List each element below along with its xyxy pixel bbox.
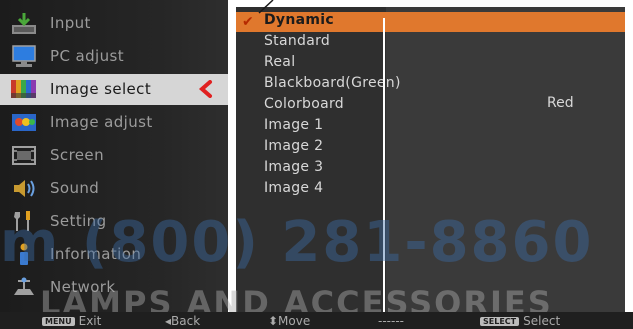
exit-label: Exit xyxy=(78,314,102,328)
menu-item-sound[interactable]: Sound xyxy=(0,173,228,204)
menu-item-label: Screen xyxy=(50,146,104,164)
exit-hint: MENU Exit xyxy=(42,314,101,328)
speaker-icon xyxy=(14,180,35,197)
chevron-left-icon xyxy=(198,80,212,98)
submenu-option-standard[interactable]: Standard xyxy=(264,33,330,49)
check-icon: ✔ xyxy=(242,14,254,30)
select-label: Select xyxy=(523,314,561,328)
menu-item-pc-adjust[interactable]: PC adjust xyxy=(0,41,228,72)
select-hint: SELECT Select xyxy=(480,314,560,328)
menu-item-label: Image select xyxy=(50,80,152,98)
menu-item-label: PC adjust xyxy=(50,47,124,65)
menu-key-badge: MENU xyxy=(42,317,75,326)
menu-item-screen[interactable]: Screen xyxy=(0,140,228,171)
submenu-option-image-2[interactable]: Image 2 xyxy=(264,138,323,154)
input-icon xyxy=(12,13,36,34)
submenu-option-real[interactable]: Real xyxy=(264,54,295,70)
image-adjust-icon xyxy=(12,114,36,131)
callout-pointer xyxy=(258,0,274,14)
screen-icon xyxy=(12,146,36,165)
menu-item-label: Sound xyxy=(50,179,100,197)
menu-item-image-select[interactable]: Image select xyxy=(0,74,228,105)
submenu-option-image-4[interactable]: Image 4 xyxy=(264,180,323,196)
submenu-option-label: Dynamic xyxy=(264,12,334,28)
submenu-option-dynamic-selected[interactable]: ✔ Dynamic xyxy=(236,12,625,32)
menu-item-image-adjust[interactable]: Image adjust xyxy=(0,107,228,138)
image-select-icon xyxy=(11,80,36,98)
watermark-phone: m (800) 281-8860 xyxy=(0,210,594,275)
network-icon xyxy=(14,277,34,295)
move-hint: ⬍Move xyxy=(268,314,311,328)
projector-osd-screen: Input PC adjust Image select Image adjus… xyxy=(0,0,633,329)
menu-item-input[interactable]: Input xyxy=(0,8,228,39)
menu-item-label: Image adjust xyxy=(50,113,153,131)
select-key-badge: SELECT xyxy=(480,317,520,326)
menu-item-label: Input xyxy=(50,14,91,32)
colorboard-value: Red xyxy=(547,95,574,111)
submenu-option-image-3[interactable]: Image 3 xyxy=(264,159,323,175)
back-hint: ◂Back xyxy=(165,314,201,328)
placeholder-hint: ------ xyxy=(378,314,404,328)
submenu-option-image-1[interactable]: Image 1 xyxy=(264,117,323,133)
pc-adjust-icon xyxy=(12,45,36,67)
submenu-option-blackboard[interactable]: Blackboard(Green) xyxy=(264,75,401,91)
submenu-option-colorboard[interactable]: Colorboard xyxy=(264,96,344,112)
bottom-help-bar: MENU Exit ◂Back ⬍Move ------ SELECT Select xyxy=(0,312,633,329)
